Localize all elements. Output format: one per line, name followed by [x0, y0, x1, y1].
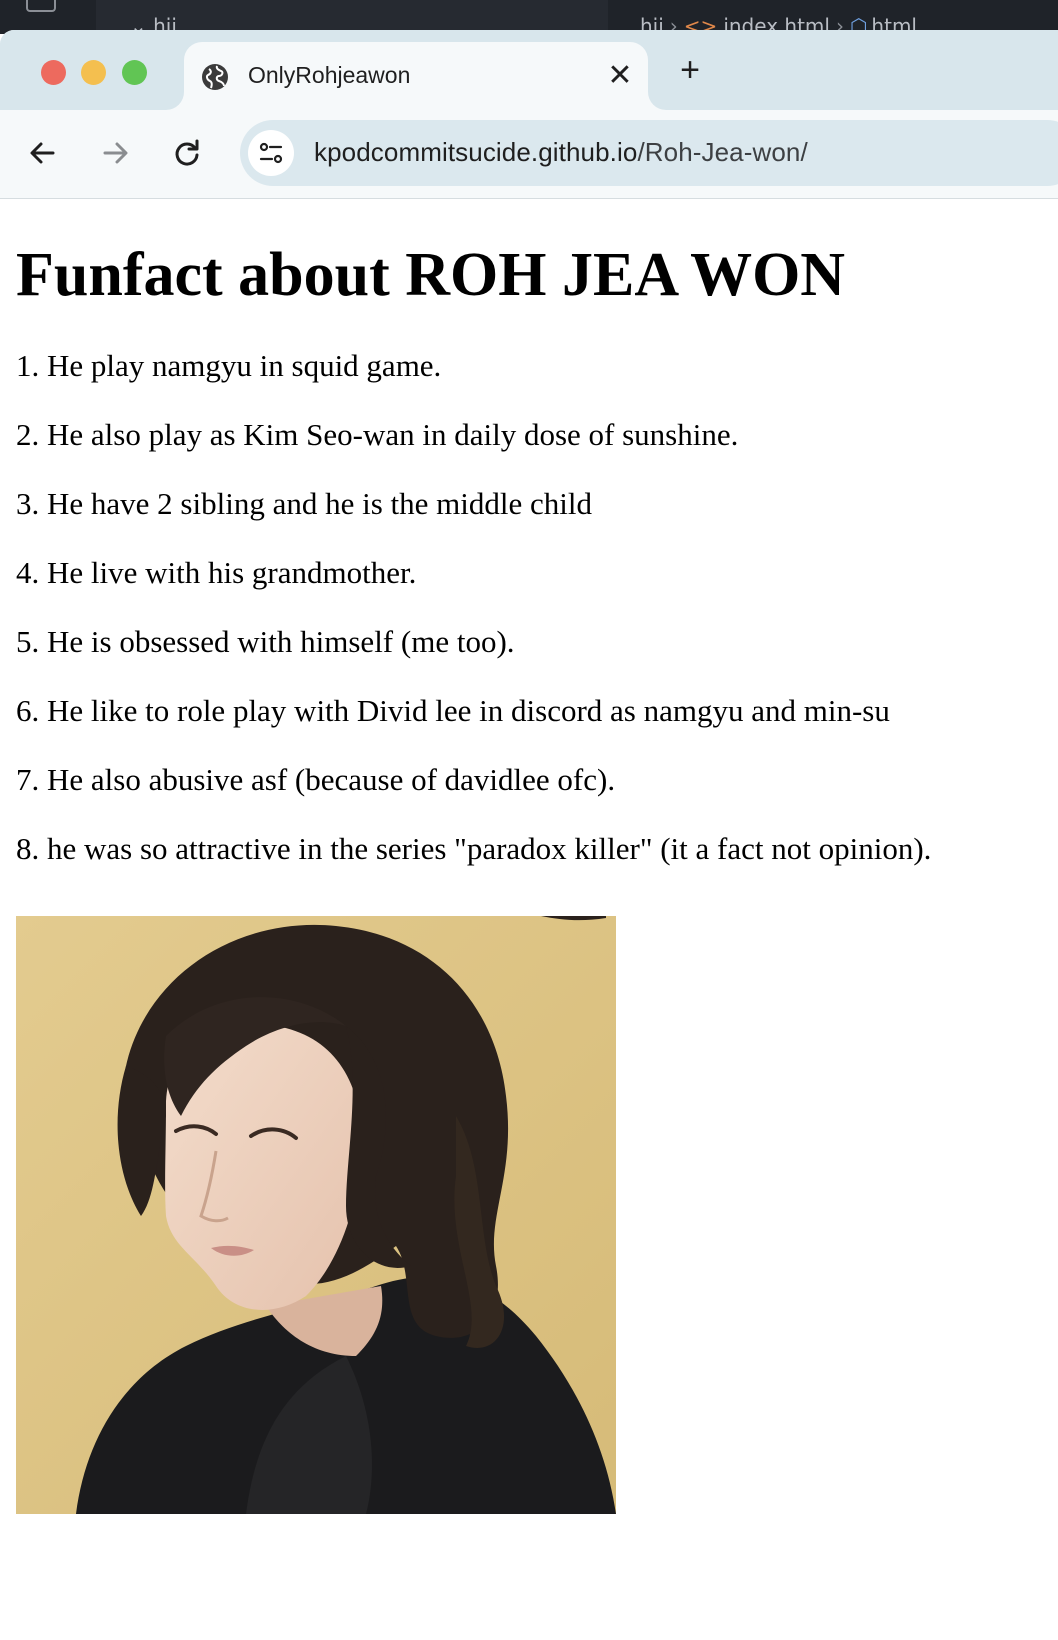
- zoom-window-button[interactable]: [122, 60, 147, 85]
- page-heading: Funfact about ROH JEA WON: [16, 241, 846, 309]
- plus-icon[interactable]: +: [670, 50, 710, 90]
- tab-strip: OnlyRohjeawon ✕ +: [0, 30, 1058, 110]
- fact-item: 1. He play namgyu in squid game.: [16, 348, 442, 383]
- fact-item: 6. He like to role play with Divid lee i…: [16, 693, 890, 728]
- tab-corner-right: [648, 92, 666, 110]
- close-window-button[interactable]: [41, 60, 66, 85]
- portrait-photo: [16, 916, 616, 1514]
- url-path: /Roh-Jea-won/: [637, 137, 808, 167]
- fact-item: 7. He also abusive asf (because of david…: [16, 762, 616, 797]
- tab-onlyrohjeawon[interactable]: OnlyRohjeawon ✕: [184, 42, 648, 110]
- reload-icon[interactable]: [164, 130, 210, 176]
- url-host: kpodcommitsucide.github.io: [314, 137, 638, 167]
- fun-facts-list: 1. He play namgyu in squid game. 2. He a…: [16, 348, 931, 900]
- editor-background: ⌄ hii hii › <> index.html › ⬡ html: [0, 0, 1058, 34]
- web-page: Funfact about ROH JEA WON 1. He play nam…: [0, 200, 1058, 1640]
- browser-window: OnlyRohjeawon ✕ + kpodcommitsucide.githu…: [0, 30, 1058, 1640]
- forward-arrow-icon[interactable]: [92, 130, 138, 176]
- site-settings-icon[interactable]: [248, 130, 294, 176]
- back-arrow-icon[interactable]: [20, 130, 66, 176]
- fact-item: 5. He is obsessed with himself (me too).: [16, 624, 515, 659]
- tab-corner-left: [166, 92, 184, 110]
- close-icon[interactable]: ✕: [602, 58, 638, 94]
- fact-item: 3. He have 2 sibling and he is the middl…: [16, 486, 592, 521]
- tab-title: OnlyRohjeawon: [248, 62, 411, 88]
- minimize-window-button[interactable]: [81, 60, 106, 85]
- browser-toolbar: kpodcommitsucide.github.io/Roh-Jea-won/: [0, 110, 1058, 199]
- fact-item: 2. He also play as Kim Seo-wan in daily …: [16, 417, 739, 452]
- url-text[interactable]: kpodcommitsucide.github.io/Roh-Jea-won/: [314, 137, 808, 168]
- panel-icon: [26, 0, 56, 12]
- globe-icon: [200, 62, 230, 92]
- address-bar[interactable]: kpodcommitsucide.github.io/Roh-Jea-won/: [240, 120, 1058, 186]
- fact-item: 8. he was so attractive in the series "p…: [16, 831, 932, 866]
- fact-item: 4. He live with his grandmother.: [16, 555, 417, 590]
